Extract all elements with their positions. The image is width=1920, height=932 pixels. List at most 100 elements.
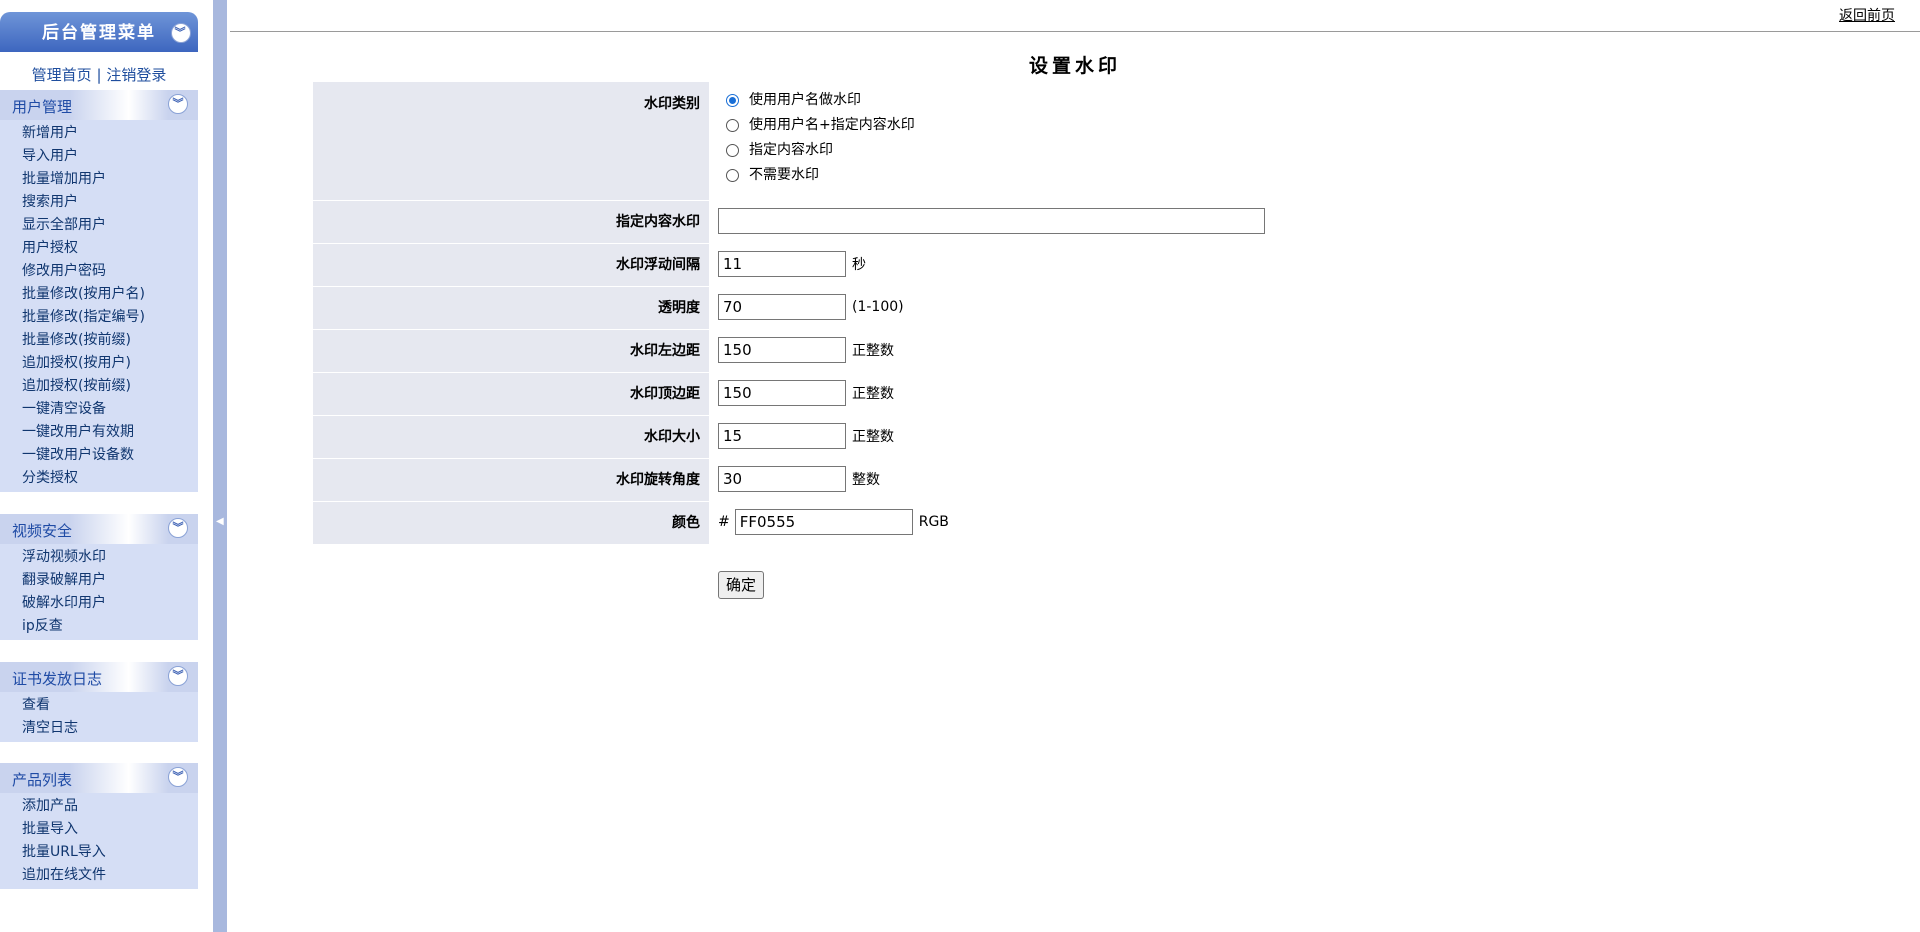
radio-label: 使用用户名做水印 bbox=[749, 92, 861, 108]
menu-item-clear-log[interactable]: 清空日志 bbox=[0, 717, 198, 740]
menu-item-import-users[interactable]: 导入用户 bbox=[0, 145, 198, 168]
menu-group-user-management: 用户管理 ︾ 新增用户 导入用户 批量增加用户 搜索用户 显示全部用户 用户授权… bbox=[0, 90, 198, 492]
size-hint: 正整数 bbox=[852, 429, 894, 445]
menu-group-product-list: 产品列表 ︾ 添加产品 批量导入 批量URL导入 追加在线文件 bbox=[0, 763, 198, 889]
collapse-group-icon[interactable]: ︾ bbox=[168, 518, 188, 538]
radio-button[interactable] bbox=[726, 144, 739, 157]
radio-label: 使用用户名+指定内容水印 bbox=[749, 117, 915, 133]
menu-group-video-security: 视频安全 ︾ 浮动视频水印 翻录破解用户 破解水印用户 ip反查 bbox=[0, 514, 198, 640]
float-interval-unit: 秒 bbox=[852, 257, 866, 273]
menu-item-recording-crack-users[interactable]: 翻录破解用户 bbox=[0, 569, 198, 592]
menu-group-title[interactable]: 视频安全 ︾ bbox=[0, 514, 198, 544]
menu-item-append-online-file[interactable]: 追加在线文件 bbox=[0, 864, 198, 887]
menu-group-title-text: 证书发放日志 bbox=[12, 670, 103, 688]
radio-option-custom-text[interactable]: 指定内容水印 bbox=[718, 138, 1265, 163]
menu-header: 后台管理菜单 ︾ bbox=[0, 12, 198, 52]
radio-option-none[interactable]: 不需要水印 bbox=[718, 163, 1265, 188]
rotation-input[interactable]: 30 bbox=[718, 466, 846, 492]
rotation-label: 水印旋转角度 bbox=[313, 458, 709, 502]
menu-item-watermark-crack-users[interactable]: 破解水印用户 bbox=[0, 592, 198, 615]
menu-item-floating-watermark[interactable]: 浮动视频水印 bbox=[0, 546, 198, 569]
menu-item-batch-edit-by-username[interactable]: 批量修改(按用户名) bbox=[0, 283, 198, 306]
radio-label: 不需要水印 bbox=[749, 167, 819, 183]
menu-group-items: 查看 清空日志 bbox=[0, 692, 198, 742]
custom-text-label: 指定内容水印 bbox=[313, 200, 709, 244]
watermark-type-options: 使用用户名做水印 使用用户名+指定内容水印 指定内容水印 不需要水印 bbox=[709, 82, 1265, 200]
menu-group-title-text: 视频安全 bbox=[12, 522, 73, 540]
menu-item-add-product[interactable]: 添加产品 bbox=[0, 795, 198, 818]
form-row-color: 颜色 # FF0555 RGB bbox=[313, 501, 1265, 545]
menu-item-batch-edit-by-id[interactable]: 批量修改(指定编号) bbox=[0, 306, 198, 329]
menu-item-batch-url-import[interactable]: 批量URL导入 bbox=[0, 841, 198, 864]
watermark-settings-form: 水印类别 使用用户名做水印 使用用户名+指定内容水印 指定内容水印 不需要水印 … bbox=[313, 82, 1265, 545]
top-margin-hint: 正整数 bbox=[852, 386, 894, 402]
menu-group-items: 新增用户 导入用户 批量增加用户 搜索用户 显示全部用户 用户授权 修改用户密码… bbox=[0, 120, 198, 492]
menu-item-ip-lookup[interactable]: ip反查 bbox=[0, 615, 198, 638]
form-row-top-margin: 水印顶边距 150 正整数 bbox=[313, 372, 1265, 416]
collapse-sidebar-icon[interactable]: ◀ bbox=[216, 516, 224, 527]
menu-item-search-users[interactable]: 搜索用户 bbox=[0, 191, 198, 214]
menu-group-items: 添加产品 批量导入 批量URL导入 追加在线文件 bbox=[0, 793, 198, 889]
color-format-hint: RGB bbox=[918, 514, 949, 530]
color-hash-prefix: # bbox=[718, 514, 730, 530]
form-row-rotation: 水印旋转角度 30 整数 bbox=[313, 458, 1265, 502]
float-interval-label: 水印浮动间隔 bbox=[313, 243, 709, 287]
menu-group-title[interactable]: 产品列表 ︾ bbox=[0, 763, 198, 793]
page-title: 设置水印 bbox=[1028, 55, 1121, 77]
radio-button[interactable] bbox=[726, 119, 739, 132]
confirm-button[interactable]: 确定 bbox=[718, 571, 765, 599]
menu-group-title[interactable]: 证书发放日志 ︾ bbox=[0, 662, 198, 692]
collapse-group-icon[interactable]: ︾ bbox=[168, 94, 188, 114]
collapse-menu-icon[interactable]: ︾ bbox=[171, 23, 191, 43]
menu-item-append-auth-by-user[interactable]: 追加授权(按用户) bbox=[0, 352, 198, 375]
opacity-hint: (1-100) bbox=[852, 299, 904, 315]
left-margin-hint: 正整数 bbox=[852, 343, 894, 359]
left-margin-label: 水印左边距 bbox=[313, 329, 709, 373]
rotation-hint: 整数 bbox=[852, 472, 880, 488]
menu-item-batch-add-users[interactable]: 批量增加用户 bbox=[0, 168, 198, 191]
form-row-custom-text: 指定内容水印 bbox=[313, 200, 1265, 244]
sidebar-menu: 后台管理菜单 ︾ 管理首页 | 注销登录 用户管理 ︾ 新增用户 导入用户 批量… bbox=[0, 0, 198, 932]
menu-item-category-auth[interactable]: 分类授权 bbox=[0, 467, 198, 490]
menu-item-add-user[interactable]: 新增用户 bbox=[0, 122, 198, 145]
size-label: 水印大小 bbox=[313, 415, 709, 459]
top-margin-input[interactable]: 150 bbox=[718, 380, 846, 406]
form-row-watermark-type: 水印类别 使用用户名做水印 使用用户名+指定内容水印 指定内容水印 不需要水印 bbox=[313, 82, 1265, 201]
size-input[interactable]: 15 bbox=[718, 423, 846, 449]
top-margin-label: 水印顶边距 bbox=[313, 372, 709, 416]
radio-option-username-plus-text[interactable]: 使用用户名+指定内容水印 bbox=[718, 113, 1265, 138]
menu-item-user-authorization[interactable]: 用户授权 bbox=[0, 237, 198, 260]
color-input[interactable]: FF0555 bbox=[734, 509, 913, 535]
radio-option-username[interactable]: 使用用户名做水印 bbox=[718, 88, 1265, 113]
menu-item-change-validity[interactable]: 一键改用户有效期 bbox=[0, 421, 198, 444]
radio-button-checked[interactable] bbox=[726, 94, 739, 107]
menu-group-title[interactable]: 用户管理 ︾ bbox=[0, 90, 198, 120]
menu-item-clear-devices[interactable]: 一键清空设备 bbox=[0, 398, 198, 421]
menu-title: 后台管理菜单 bbox=[42, 23, 156, 43]
back-link[interactable]: 返回前页 bbox=[1839, 5, 1895, 25]
menu-item-batch-edit-by-prefix[interactable]: 批量修改(按前缀) bbox=[0, 329, 198, 352]
menu-item-append-auth-by-prefix[interactable]: 追加授权(按前缀) bbox=[0, 375, 198, 398]
menu-item-view-log[interactable]: 查看 bbox=[0, 694, 198, 717]
radio-label: 指定内容水印 bbox=[749, 142, 833, 158]
header-divider bbox=[230, 31, 1920, 32]
menu-item-batch-import[interactable]: 批量导入 bbox=[0, 818, 198, 841]
form-row-opacity: 透明度 70 (1-100) bbox=[313, 286, 1265, 330]
float-interval-input[interactable]: 11 bbox=[718, 251, 846, 277]
collapse-group-icon[interactable]: ︾ bbox=[168, 666, 188, 686]
left-margin-input[interactable]: 150 bbox=[718, 337, 846, 363]
custom-text-input[interactable] bbox=[718, 208, 1265, 234]
menu-group-title-text: 用户管理 bbox=[12, 98, 73, 116]
menu-item-show-all-users[interactable]: 显示全部用户 bbox=[0, 214, 198, 237]
menu-item-change-device-count[interactable]: 一键改用户设备数 bbox=[0, 444, 198, 467]
opacity-input[interactable]: 70 bbox=[718, 294, 846, 320]
radio-button[interactable] bbox=[726, 169, 739, 182]
menu-group-items: 浮动视频水印 翻录破解用户 破解水印用户 ip反查 bbox=[0, 544, 198, 640]
sidebar-splitter[interactable]: ◀ bbox=[213, 0, 227, 932]
form-row-left-margin: 水印左边距 150 正整数 bbox=[313, 329, 1265, 373]
form-row-size: 水印大小 15 正整数 bbox=[313, 415, 1265, 459]
collapse-group-icon[interactable]: ︾ bbox=[168, 767, 188, 787]
menu-group-title-text: 产品列表 bbox=[12, 771, 73, 789]
opacity-label: 透明度 bbox=[313, 286, 709, 330]
menu-item-change-password[interactable]: 修改用户密码 bbox=[0, 260, 198, 283]
